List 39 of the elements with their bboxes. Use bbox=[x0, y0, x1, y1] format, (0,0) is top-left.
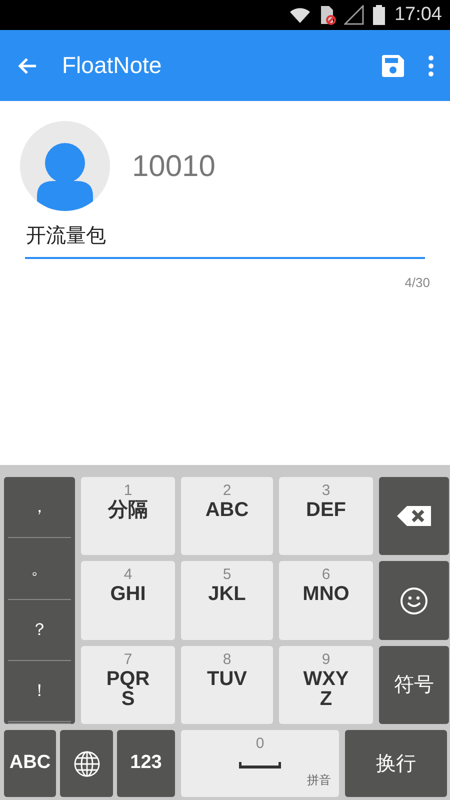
smiley-icon bbox=[400, 586, 428, 614]
letter-key[interactable]: 3 DEF bbox=[279, 477, 373, 555]
more-button[interactable] bbox=[428, 54, 434, 76]
sim-card-icon bbox=[320, 5, 336, 25]
battery-icon bbox=[372, 5, 386, 25]
letter-key[interactable]: 8 TUV bbox=[181, 646, 273, 724]
letter-key[interactable]: 9 WXYZ bbox=[279, 646, 373, 724]
wifi-icon bbox=[288, 5, 312, 25]
punctuation-key[interactable]: 。 bbox=[8, 538, 71, 600]
save-button[interactable] bbox=[382, 54, 404, 76]
symbol-key[interactable]: 符号 bbox=[379, 646, 449, 724]
contact-name: 10010 bbox=[132, 148, 216, 184]
character-counter: 4/30 bbox=[404, 274, 431, 292]
letter-key[interactable]: 7 PQRS bbox=[81, 646, 175, 724]
input-mode-label: 拼音 bbox=[307, 772, 331, 789]
backspace-icon bbox=[397, 504, 431, 528]
language-key[interactable] bbox=[60, 730, 113, 797]
enter-key[interactable]: 换行 bbox=[345, 730, 447, 797]
letter-key[interactable]: 4 GHI bbox=[81, 561, 175, 640]
signal-icon bbox=[344, 5, 364, 25]
letter-key[interactable]: 6 MNO bbox=[279, 561, 373, 640]
app-title: FloatNote bbox=[62, 51, 163, 80]
status-time: 17:04 bbox=[394, 2, 442, 27]
more-options-icon bbox=[428, 54, 434, 76]
punctuation-key[interactable]: ， bbox=[8, 477, 71, 538]
space-key[interactable]: 0 拼音 bbox=[181, 730, 339, 797]
keyboard-key[interactable]: ABC bbox=[4, 730, 56, 797]
letter-key[interactable]: 1 分隔 bbox=[81, 477, 175, 555]
message-field[interactable]: 开流量包 bbox=[25, 219, 425, 259]
backspace-key[interactable] bbox=[379, 477, 449, 555]
punctuation-key[interactable]: ！ bbox=[8, 660, 71, 724]
letter-key[interactable]: 5 JKL bbox=[181, 561, 273, 640]
letter-key[interactable]: 2 ABC bbox=[181, 477, 273, 555]
person-icon bbox=[35, 141, 95, 211]
keyboard-key[interactable]: 123 bbox=[117, 730, 175, 797]
space-bar-icon bbox=[239, 760, 281, 768]
emoji-key[interactable] bbox=[379, 561, 449, 640]
punctuation-key[interactable]: ？ bbox=[8, 600, 71, 661]
globe-icon bbox=[72, 750, 100, 778]
